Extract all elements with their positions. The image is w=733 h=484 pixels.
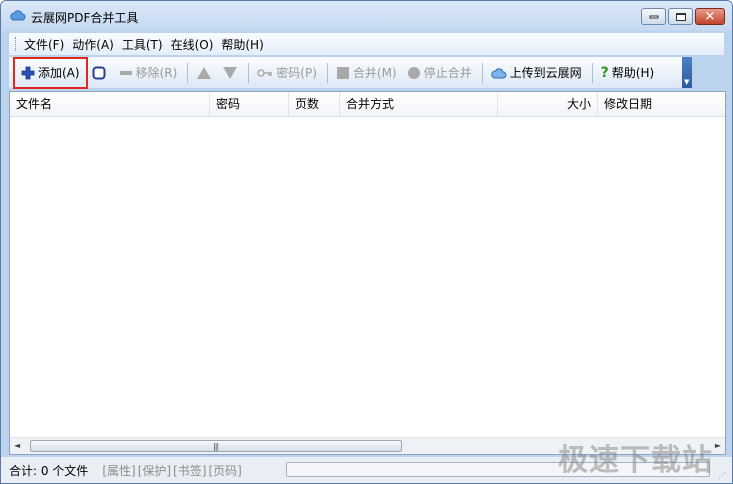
merge-button[interactable]: 合并(M) [332, 61, 401, 85]
menu-file[interactable]: 文件(F) [24, 36, 64, 53]
arrow-down-icon [223, 66, 238, 79]
column-merge-mode[interactable]: 合并方式 [340, 92, 498, 117]
rounded-square-icon [92, 66, 106, 79]
menu-online[interactable]: 在线(O) [171, 36, 214, 53]
cloud-upload-icon [490, 67, 507, 78]
menu-help[interactable]: 帮助(H) [221, 36, 263, 53]
app-window: 云展网PDF合并工具 ✕ 文件(F) 动作(A) 工具(T) 在线(O) 帮助(… [0, 0, 733, 484]
help-button[interactable]: ? 帮助(H) [597, 61, 659, 85]
question-icon: ? [600, 64, 609, 81]
status-properties[interactable]: [属性] [102, 462, 135, 479]
move-up-button[interactable] [192, 61, 216, 85]
menu-bar: 文件(F) 动作(A) 工具(T) 在线(O) 帮助(H) [9, 33, 724, 55]
window-title: 云展网PDF合并工具 [31, 11, 139, 25]
stop-icon [407, 66, 420, 79]
toolbar: 添加(A) 移除(R) 密码(P) 合并(M) 停止合并 上传到云展网 ? 帮助… [9, 56, 692, 89]
stop-merge-button-label: 停止合并 [423, 66, 472, 80]
merge-button-label: 合并(M) [352, 66, 397, 80]
status-protect[interactable]: [保护] [138, 462, 171, 479]
toolbar-separator [187, 62, 189, 83]
column-modified-date[interactable]: 修改日期 [598, 92, 725, 117]
add-button-label: 添加(A) [38, 66, 80, 80]
toolbar-overflow-button[interactable]: ▼ [682, 57, 692, 88]
move-down-button[interactable] [218, 61, 242, 85]
chevron-down-icon: ▼ [684, 78, 690, 86]
minimize-button[interactable] [641, 8, 666, 25]
title-bar[interactable]: 云展网PDF合并工具 ✕ [1, 1, 732, 31]
window-controls: ✕ [641, 8, 725, 25]
scrollbar-thumb[interactable]: ||| [30, 440, 402, 452]
cloud-icon [10, 10, 26, 21]
column-pages[interactable]: 页数 [289, 92, 340, 117]
select-button[interactable] [88, 61, 113, 85]
resize-grip-icon[interactable]: ⋰ [718, 471, 726, 480]
merge-icon [336, 66, 349, 79]
stop-merge-button[interactable]: 停止合并 [403, 61, 476, 85]
list-header: 文件名 密码 页数 合并方式 大小 修改日期 [10, 92, 725, 117]
status-bookmarks[interactable]: [书签] [173, 462, 206, 479]
toolbar-separator [591, 62, 593, 83]
help-button-label: 帮助(H) [611, 66, 655, 80]
toolbar-separator [248, 62, 250, 83]
file-list[interactable]: 文件名 密码 页数 合并方式 大小 修改日期 ◄ ||| ► [9, 91, 726, 455]
menu-action[interactable]: 动作(A) [72, 36, 114, 53]
password-button[interactable]: 密码(P) [253, 61, 321, 85]
remove-button[interactable]: 移除(R) [115, 61, 182, 85]
add-button[interactable]: 添加(A) [13, 56, 88, 89]
column-filename[interactable]: 文件名 [10, 92, 210, 117]
menu-grip[interactable] [15, 37, 18, 51]
menu-tools[interactable]: 工具(T) [122, 36, 163, 53]
close-button[interactable]: ✕ [695, 8, 725, 25]
minimize-icon [649, 15, 658, 18]
minus-icon [119, 70, 132, 75]
grip-icon: ||| [213, 442, 219, 451]
maximize-button[interactable] [668, 8, 693, 25]
column-password[interactable]: 密码 [210, 92, 289, 117]
arrow-up-icon [197, 66, 212, 79]
scroll-right-icon[interactable]: ► [715, 441, 721, 450]
key-icon [257, 68, 273, 77]
close-icon: ✕ [704, 9, 716, 24]
maximize-icon [675, 12, 686, 21]
upload-button[interactable]: 上传到云展网 [487, 61, 586, 85]
column-size[interactable]: 大小 [498, 92, 598, 117]
toolbar-separator [481, 62, 483, 83]
password-button-label: 密码(P) [276, 66, 317, 80]
file-count: 合计: 0 个文件 [9, 463, 89, 478]
status-page-numbers[interactable]: [页码] [208, 462, 241, 479]
plus-icon [21, 66, 35, 79]
watermark: 极速下载站 [558, 443, 713, 478]
scroll-left-icon[interactable]: ◄ [14, 441, 20, 450]
upload-button-label: 上传到云展网 [509, 66, 582, 80]
remove-button-label: 移除(R) [135, 66, 178, 80]
toolbar-separator [326, 62, 328, 83]
